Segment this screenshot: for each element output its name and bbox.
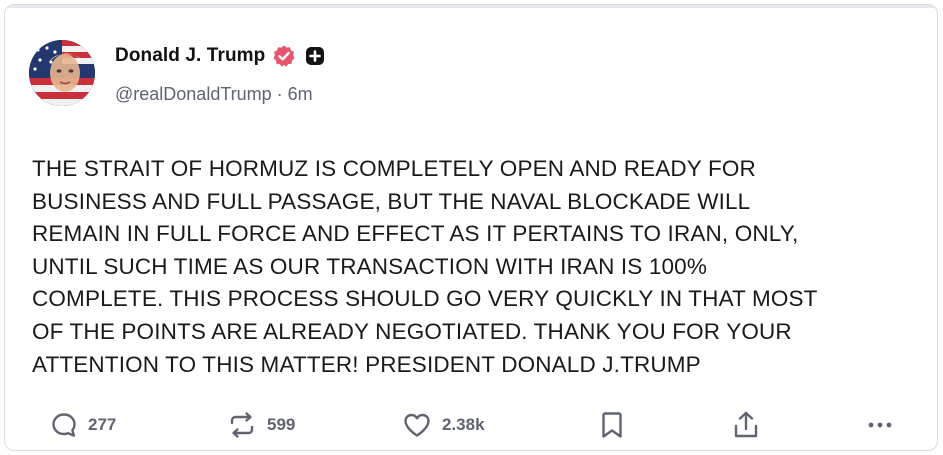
author-row: Donald J. Trump bbox=[115, 44, 325, 68]
meta-separator: · bbox=[276, 84, 283, 104]
author-handle[interactable]: @realDonaldTrump bbox=[115, 84, 272, 104]
top-divider bbox=[5, 5, 937, 8]
post-body-text: THE STRAIT OF HORMUZ IS COMPLETELY OPEN … bbox=[32, 156, 818, 377]
bookmark-icon bbox=[599, 410, 625, 440]
repost-arrows-icon bbox=[227, 411, 257, 439]
repost-button[interactable]: 599 bbox=[227, 405, 295, 445]
reply-button[interactable]: 277 bbox=[50, 405, 116, 445]
bookmark-button[interactable] bbox=[599, 405, 625, 445]
post-card: Donald J. Trump @realDonaldTrump · 6m THE … bbox=[4, 4, 938, 451]
plus-square-icon[interactable] bbox=[305, 46, 325, 66]
author-display-name[interactable]: Donald J. Trump bbox=[115, 45, 265, 67]
like-button[interactable]: 2.38k bbox=[402, 405, 485, 445]
repost-count: 599 bbox=[267, 415, 296, 434]
share-button[interactable] bbox=[732, 405, 760, 445]
share-upload-icon bbox=[732, 410, 760, 440]
heart-icon bbox=[402, 411, 432, 439]
reply-bubble-icon bbox=[50, 411, 78, 439]
post-time[interactable]: 6m bbox=[288, 84, 313, 104]
verified-badge-icon bbox=[272, 44, 296, 68]
more-dots-icon bbox=[865, 411, 895, 439]
like-count: 2.38k bbox=[442, 415, 485, 434]
avatar[interactable] bbox=[29, 40, 95, 106]
handle-row: @realDonaldTrump · 6m bbox=[115, 84, 313, 105]
avatar-image bbox=[29, 40, 95, 106]
post-actions-bar: 277 599 2.38k bbox=[5, 405, 937, 445]
more-options-button[interactable] bbox=[865, 405, 895, 445]
reply-count: 277 bbox=[88, 415, 117, 434]
